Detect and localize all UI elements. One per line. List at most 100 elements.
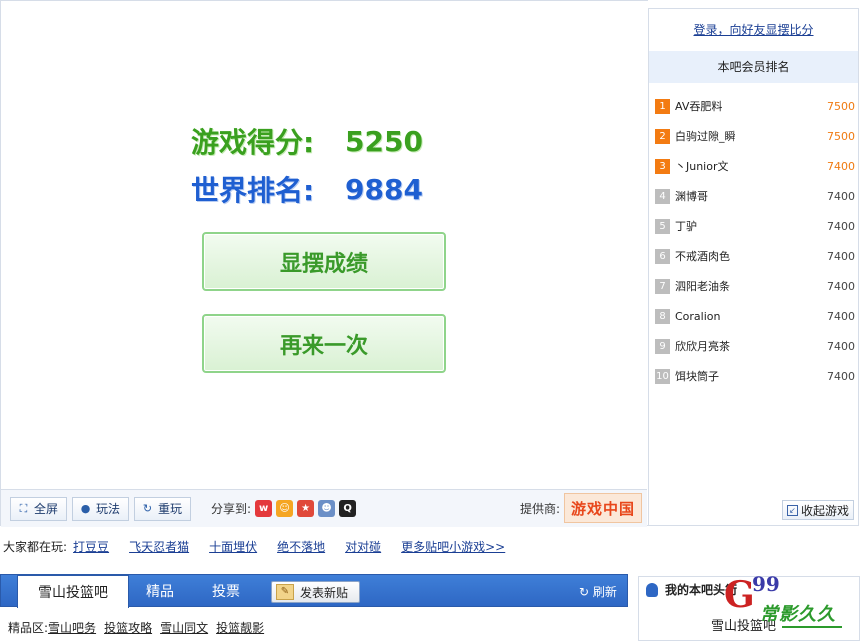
tab-vote[interactable]: 投票 — [212, 575, 240, 607]
ranking-sidebar: 登录，向好友显摆比分 本吧会员排名 1 AV吞肥料 7500 2 白驹过隙_瞬 … — [648, 8, 859, 526]
rank-item[interactable]: 8 Coralion 7400 — [655, 301, 855, 331]
rank-item[interactable]: 4 渊博哥 7400 — [655, 181, 855, 211]
renren-icon[interactable]: ☻ — [318, 500, 336, 517]
tab-forum-home[interactable]: 雪山投篮吧 — [17, 575, 129, 608]
replay-button[interactable]: ↻ 重玩 — [134, 496, 192, 521]
rank-name: 白驹过隙_瞬 — [675, 130, 736, 143]
rank-item[interactable]: 3 丶Junior文 7400 — [655, 151, 855, 181]
game-link[interactable]: 打豆豆 — [73, 538, 109, 555]
game-link[interactable]: 对对碰 — [345, 538, 381, 555]
collapse-game-label: 收起游戏 — [800, 503, 849, 518]
rank-number: 2 — [655, 128, 670, 144]
rank-list: 1 AV吞肥料 7500 2 白驹过隙_瞬 7500 3 丶Junior文 74… — [655, 91, 855, 391]
provider-logo[interactable]: 游戏中国 — [564, 493, 642, 523]
rank-name: 丶Junior文 — [675, 160, 729, 173]
show-score-button[interactable]: 显摆成绩 — [202, 232, 446, 291]
rank-title: 本吧会员排名 — [649, 51, 858, 83]
rank-item[interactable]: 6 不戒酒肉色 7400 — [655, 241, 855, 271]
rank-number: 7 — [655, 278, 670, 294]
game-toolbar: ⛶ 全屏 ● 玩法 ↻ 重玩 分享到: w ☺ ★ ☻ Q 提供商: 游戏中国 — [1, 489, 647, 527]
more-games-link[interactable]: 更多贴吧小游戏>> — [401, 538, 505, 555]
rank-name: 泗阳老油条 — [675, 280, 730, 293]
tab-featured[interactable]: 精品 — [146, 575, 174, 607]
rank-score: 7500 — [827, 129, 855, 143]
watermark-underline — [782, 626, 842, 628]
rank-item[interactable]: 9 欣欣月亮茶 7400 — [655, 331, 855, 361]
rank-score: 7400 — [827, 249, 855, 263]
refresh-button[interactable]: ↻ 刷新 — [579, 583, 617, 600]
featured-link[interactable]: 投篮靓影 — [216, 619, 264, 636]
world-rank-label: 世界排名: — [191, 174, 315, 207]
game-link[interactable]: 飞天忍者猫 — [129, 538, 189, 555]
rank-name: 饵块筒子 — [675, 370, 719, 383]
world-rank-value: 9884 — [345, 172, 423, 206]
rank-score: 7400 — [827, 279, 855, 293]
featured-link[interactable]: 雪山同文 — [160, 619, 208, 636]
play-again-button[interactable]: 再来一次 — [202, 314, 446, 373]
rank-score: 7400 — [827, 189, 855, 203]
rank-item[interactable]: 10 饵块筒子 7400 — [655, 361, 855, 391]
watermark-text: 常影久久 — [760, 604, 836, 625]
howto-button[interactable]: ● 玩法 — [72, 496, 130, 521]
rank-name: 不戒酒肉色 — [675, 250, 730, 263]
rank-score: 7400 — [827, 339, 855, 353]
rank-number: 6 — [655, 248, 670, 264]
douban-icon[interactable]: ☺ — [276, 500, 294, 517]
forum-nav: 雪山投篮吧 精品 投票 ✎ 发表新贴 ↻ 刷新 — [0, 574, 628, 608]
collapse-game-button[interactable]: ↙ 收起游戏 — [781, 500, 854, 520]
rank-number: 9 — [655, 338, 670, 354]
game-score-value: 5250 — [345, 124, 423, 158]
new-post-button[interactable]: ✎ 发表新贴 — [271, 581, 360, 603]
rank-score: 7400 — [827, 159, 855, 173]
rank-number: 1 — [655, 98, 670, 114]
rank-item[interactable]: 1 AV吞肥料 7500 — [655, 91, 855, 121]
game-score-label: 游戏得分: — [191, 126, 315, 159]
game-link[interactable]: 绝不落地 — [277, 538, 325, 555]
watermark: G 99 常影久久 — [722, 570, 862, 641]
weibo-icon[interactable]: w — [255, 500, 273, 517]
rank-item[interactable]: 7 泗阳老油条 7400 — [655, 271, 855, 301]
compose-icon: ✎ — [276, 584, 294, 600]
game-area: 游戏得分: 5250 世界排名: 9884 显摆成绩 再来一次 ⛶ 全屏 ● 玩… — [0, 0, 648, 527]
refresh-icon: ↻ — [579, 585, 590, 599]
refresh-label: 刷新 — [592, 585, 617, 599]
qzone-icon[interactable]: ★ — [297, 500, 315, 517]
share-label: 分享到: — [211, 502, 252, 516]
medal-icon — [646, 582, 658, 597]
rank-item[interactable]: 5 丁驴 7400 — [655, 211, 855, 241]
everyone-playing-label: 大家都在玩: — [3, 540, 68, 554]
login-link[interactable]: 登录，向好友显摆比分 — [649, 21, 858, 38]
watermark-g: G — [724, 574, 755, 616]
howto-label: 玩法 — [96, 502, 121, 516]
everyone-playing: 大家都在玩: 打豆豆 飞天忍者猫 十面埋伏 绝不落地 对对碰 更多贴吧小游戏>> — [3, 538, 525, 555]
featured-area-label: 精品区: — [8, 621, 49, 635]
rank-number: 4 — [655, 188, 670, 204]
rank-score: 7400 — [827, 369, 855, 383]
rank-name: 渊博哥 — [675, 190, 708, 203]
watermark-number: 99 — [752, 572, 780, 596]
qq-icon[interactable]: Q — [339, 500, 357, 517]
rank-item[interactable]: 2 白驹过隙_瞬 7500 — [655, 121, 855, 151]
replay-icon: ↻ — [142, 502, 153, 515]
game-link[interactable]: 十面埋伏 — [209, 538, 257, 555]
fullscreen-label: 全屏 — [34, 502, 59, 516]
replay-label: 重玩 — [158, 502, 183, 516]
lightbulb-icon: ● — [80, 502, 91, 515]
featured-link[interactable]: 雪山吧务 — [48, 619, 96, 636]
fullscreen-button[interactable]: ⛶ 全屏 — [10, 496, 68, 521]
rank-number: 3 — [655, 158, 670, 174]
featured-area: 精品区: 雪山吧务 投篮攻略 雪山同文 投篮靓影 — [8, 619, 272, 636]
rank-number: 5 — [655, 218, 670, 234]
fullscreen-icon: ⛶ — [19, 501, 28, 515]
page-root: 游戏得分: 5250 世界排名: 9884 显摆成绩 再来一次 ⛶ 全屏 ● 玩… — [0, 0, 864, 641]
rank-name: AV吞肥料 — [675, 100, 723, 113]
rank-score: 7500 — [827, 99, 855, 113]
featured-link[interactable]: 投篮攻略 — [104, 619, 152, 636]
rank-number: 10 — [655, 368, 670, 384]
provider-label: 提供商: — [520, 502, 561, 516]
rank-name: 丁驴 — [675, 220, 697, 233]
rank-number: 8 — [655, 308, 670, 324]
world-rank-row: 世界排名: 9884 — [191, 169, 423, 209]
collapse-icon: ↙ — [786, 504, 798, 516]
rank-name: Coralion — [675, 309, 721, 323]
